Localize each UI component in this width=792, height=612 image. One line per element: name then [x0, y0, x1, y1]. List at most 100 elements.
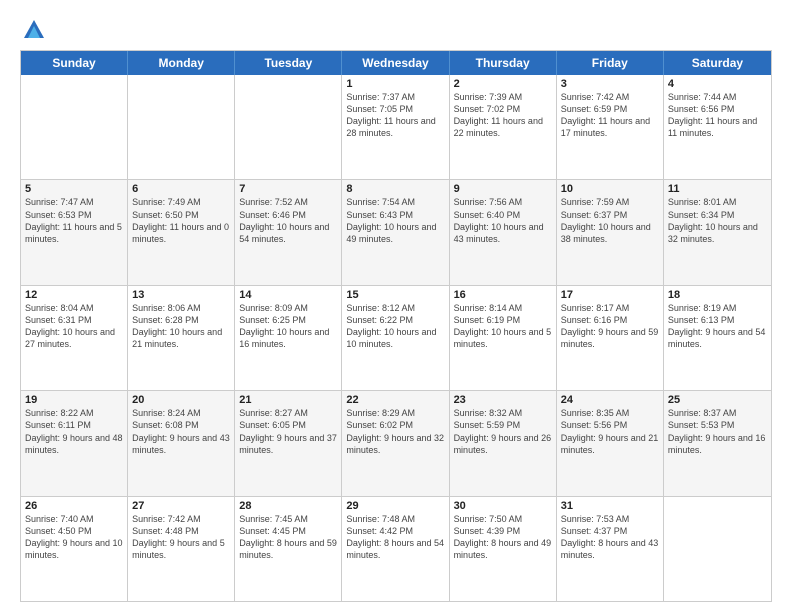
- calendar-header: SundayMondayTuesdayWednesdayThursdayFrid…: [21, 51, 771, 75]
- day-number: 23: [454, 394, 552, 406]
- day-info: Sunrise: 7:59 AM Sunset: 6:37 PM Dayligh…: [561, 196, 659, 245]
- day-number: 26: [25, 500, 123, 512]
- day-info: Sunrise: 8:27 AM Sunset: 6:05 PM Dayligh…: [239, 407, 337, 456]
- day-info: Sunrise: 8:24 AM Sunset: 6:08 PM Dayligh…: [132, 407, 230, 456]
- calendar-cell: 10Sunrise: 7:59 AM Sunset: 6:37 PM Dayli…: [557, 180, 664, 284]
- day-info: Sunrise: 8:09 AM Sunset: 6:25 PM Dayligh…: [239, 302, 337, 351]
- calendar-cell: 20Sunrise: 8:24 AM Sunset: 6:08 PM Dayli…: [128, 391, 235, 495]
- page: SundayMondayTuesdayWednesdayThursdayFrid…: [0, 0, 792, 612]
- day-number: 19: [25, 394, 123, 406]
- day-info: Sunrise: 8:06 AM Sunset: 6:28 PM Dayligh…: [132, 302, 230, 351]
- logo-icon: [20, 16, 48, 44]
- day-info: Sunrise: 7:42 AM Sunset: 4:48 PM Dayligh…: [132, 513, 230, 562]
- day-number: 10: [561, 183, 659, 195]
- day-info: Sunrise: 7:50 AM Sunset: 4:39 PM Dayligh…: [454, 513, 552, 562]
- calendar-cell: 26Sunrise: 7:40 AM Sunset: 4:50 PM Dayli…: [21, 497, 128, 601]
- calendar-cell: [664, 497, 771, 601]
- day-number: 17: [561, 289, 659, 301]
- day-number: 5: [25, 183, 123, 195]
- day-info: Sunrise: 7:44 AM Sunset: 6:56 PM Dayligh…: [668, 91, 767, 140]
- calendar-cell: [128, 75, 235, 179]
- day-number: 1: [346, 78, 444, 90]
- day-number: 4: [668, 78, 767, 90]
- day-number: 3: [561, 78, 659, 90]
- calendar-row: 12Sunrise: 8:04 AM Sunset: 6:31 PM Dayli…: [21, 285, 771, 390]
- calendar-body: 1Sunrise: 7:37 AM Sunset: 7:05 PM Daylig…: [21, 75, 771, 601]
- day-info: Sunrise: 7:53 AM Sunset: 4:37 PM Dayligh…: [561, 513, 659, 562]
- weekday-header: Friday: [557, 51, 664, 75]
- day-info: Sunrise: 7:37 AM Sunset: 7:05 PM Dayligh…: [346, 91, 444, 140]
- weekday-header: Tuesday: [235, 51, 342, 75]
- calendar-cell: 16Sunrise: 8:14 AM Sunset: 6:19 PM Dayli…: [450, 286, 557, 390]
- calendar-cell: 21Sunrise: 8:27 AM Sunset: 6:05 PM Dayli…: [235, 391, 342, 495]
- day-info: Sunrise: 8:22 AM Sunset: 6:11 PM Dayligh…: [25, 407, 123, 456]
- day-number: 14: [239, 289, 337, 301]
- weekday-header: Saturday: [664, 51, 771, 75]
- calendar-cell: 24Sunrise: 8:35 AM Sunset: 5:56 PM Dayli…: [557, 391, 664, 495]
- day-info: Sunrise: 8:14 AM Sunset: 6:19 PM Dayligh…: [454, 302, 552, 351]
- calendar-cell: 25Sunrise: 8:37 AM Sunset: 5:53 PM Dayli…: [664, 391, 771, 495]
- day-number: 16: [454, 289, 552, 301]
- day-number: 30: [454, 500, 552, 512]
- day-number: 15: [346, 289, 444, 301]
- day-number: 7: [239, 183, 337, 195]
- calendar-cell: [235, 75, 342, 179]
- weekday-header: Sunday: [21, 51, 128, 75]
- calendar-cell: 28Sunrise: 7:45 AM Sunset: 4:45 PM Dayli…: [235, 497, 342, 601]
- calendar-cell: 30Sunrise: 7:50 AM Sunset: 4:39 PM Dayli…: [450, 497, 557, 601]
- day-info: Sunrise: 7:48 AM Sunset: 4:42 PM Dayligh…: [346, 513, 444, 562]
- day-info: Sunrise: 7:42 AM Sunset: 6:59 PM Dayligh…: [561, 91, 659, 140]
- day-number: 28: [239, 500, 337, 512]
- day-number: 20: [132, 394, 230, 406]
- calendar-cell: 1Sunrise: 7:37 AM Sunset: 7:05 PM Daylig…: [342, 75, 449, 179]
- day-number: 29: [346, 500, 444, 512]
- day-info: Sunrise: 7:45 AM Sunset: 4:45 PM Dayligh…: [239, 513, 337, 562]
- day-number: 21: [239, 394, 337, 406]
- calendar-cell: 22Sunrise: 8:29 AM Sunset: 6:02 PM Dayli…: [342, 391, 449, 495]
- calendar-cell: 23Sunrise: 8:32 AM Sunset: 5:59 PM Dayli…: [450, 391, 557, 495]
- day-info: Sunrise: 8:01 AM Sunset: 6:34 PM Dayligh…: [668, 196, 767, 245]
- calendar-cell: 9Sunrise: 7:56 AM Sunset: 6:40 PM Daylig…: [450, 180, 557, 284]
- day-info: Sunrise: 7:56 AM Sunset: 6:40 PM Dayligh…: [454, 196, 552, 245]
- calendar-cell: 31Sunrise: 7:53 AM Sunset: 4:37 PM Dayli…: [557, 497, 664, 601]
- calendar-cell: 3Sunrise: 7:42 AM Sunset: 6:59 PM Daylig…: [557, 75, 664, 179]
- day-number: 6: [132, 183, 230, 195]
- day-info: Sunrise: 7:54 AM Sunset: 6:43 PM Dayligh…: [346, 196, 444, 245]
- calendar-row: 26Sunrise: 7:40 AM Sunset: 4:50 PM Dayli…: [21, 496, 771, 601]
- weekday-header: Wednesday: [342, 51, 449, 75]
- day-info: Sunrise: 7:49 AM Sunset: 6:50 PM Dayligh…: [132, 196, 230, 245]
- day-number: 22: [346, 394, 444, 406]
- calendar-cell: 5Sunrise: 7:47 AM Sunset: 6:53 PM Daylig…: [21, 180, 128, 284]
- day-number: 13: [132, 289, 230, 301]
- calendar-cell: 11Sunrise: 8:01 AM Sunset: 6:34 PM Dayli…: [664, 180, 771, 284]
- calendar-cell: 29Sunrise: 7:48 AM Sunset: 4:42 PM Dayli…: [342, 497, 449, 601]
- day-number: 27: [132, 500, 230, 512]
- day-info: Sunrise: 8:04 AM Sunset: 6:31 PM Dayligh…: [25, 302, 123, 351]
- calendar-cell: 19Sunrise: 8:22 AM Sunset: 6:11 PM Dayli…: [21, 391, 128, 495]
- logo: [20, 16, 52, 44]
- day-info: Sunrise: 8:12 AM Sunset: 6:22 PM Dayligh…: [346, 302, 444, 351]
- calendar-cell: 6Sunrise: 7:49 AM Sunset: 6:50 PM Daylig…: [128, 180, 235, 284]
- day-info: Sunrise: 7:40 AM Sunset: 4:50 PM Dayligh…: [25, 513, 123, 562]
- calendar-cell: 2Sunrise: 7:39 AM Sunset: 7:02 PM Daylig…: [450, 75, 557, 179]
- calendar-cell: [21, 75, 128, 179]
- calendar-cell: 18Sunrise: 8:19 AM Sunset: 6:13 PM Dayli…: [664, 286, 771, 390]
- calendar-row: 1Sunrise: 7:37 AM Sunset: 7:05 PM Daylig…: [21, 75, 771, 179]
- day-info: Sunrise: 8:35 AM Sunset: 5:56 PM Dayligh…: [561, 407, 659, 456]
- day-info: Sunrise: 8:29 AM Sunset: 6:02 PM Dayligh…: [346, 407, 444, 456]
- day-number: 9: [454, 183, 552, 195]
- day-info: Sunrise: 8:19 AM Sunset: 6:13 PM Dayligh…: [668, 302, 767, 351]
- calendar-cell: 13Sunrise: 8:06 AM Sunset: 6:28 PM Dayli…: [128, 286, 235, 390]
- calendar-cell: 27Sunrise: 7:42 AM Sunset: 4:48 PM Dayli…: [128, 497, 235, 601]
- calendar-cell: 17Sunrise: 8:17 AM Sunset: 6:16 PM Dayli…: [557, 286, 664, 390]
- day-info: Sunrise: 8:37 AM Sunset: 5:53 PM Dayligh…: [668, 407, 767, 456]
- day-info: Sunrise: 8:17 AM Sunset: 6:16 PM Dayligh…: [561, 302, 659, 351]
- calendar-cell: 14Sunrise: 8:09 AM Sunset: 6:25 PM Dayli…: [235, 286, 342, 390]
- calendar-cell: 7Sunrise: 7:52 AM Sunset: 6:46 PM Daylig…: [235, 180, 342, 284]
- calendar: SundayMondayTuesdayWednesdayThursdayFrid…: [20, 50, 772, 602]
- calendar-cell: 4Sunrise: 7:44 AM Sunset: 6:56 PM Daylig…: [664, 75, 771, 179]
- calendar-cell: 15Sunrise: 8:12 AM Sunset: 6:22 PM Dayli…: [342, 286, 449, 390]
- day-number: 31: [561, 500, 659, 512]
- day-number: 25: [668, 394, 767, 406]
- day-number: 11: [668, 183, 767, 195]
